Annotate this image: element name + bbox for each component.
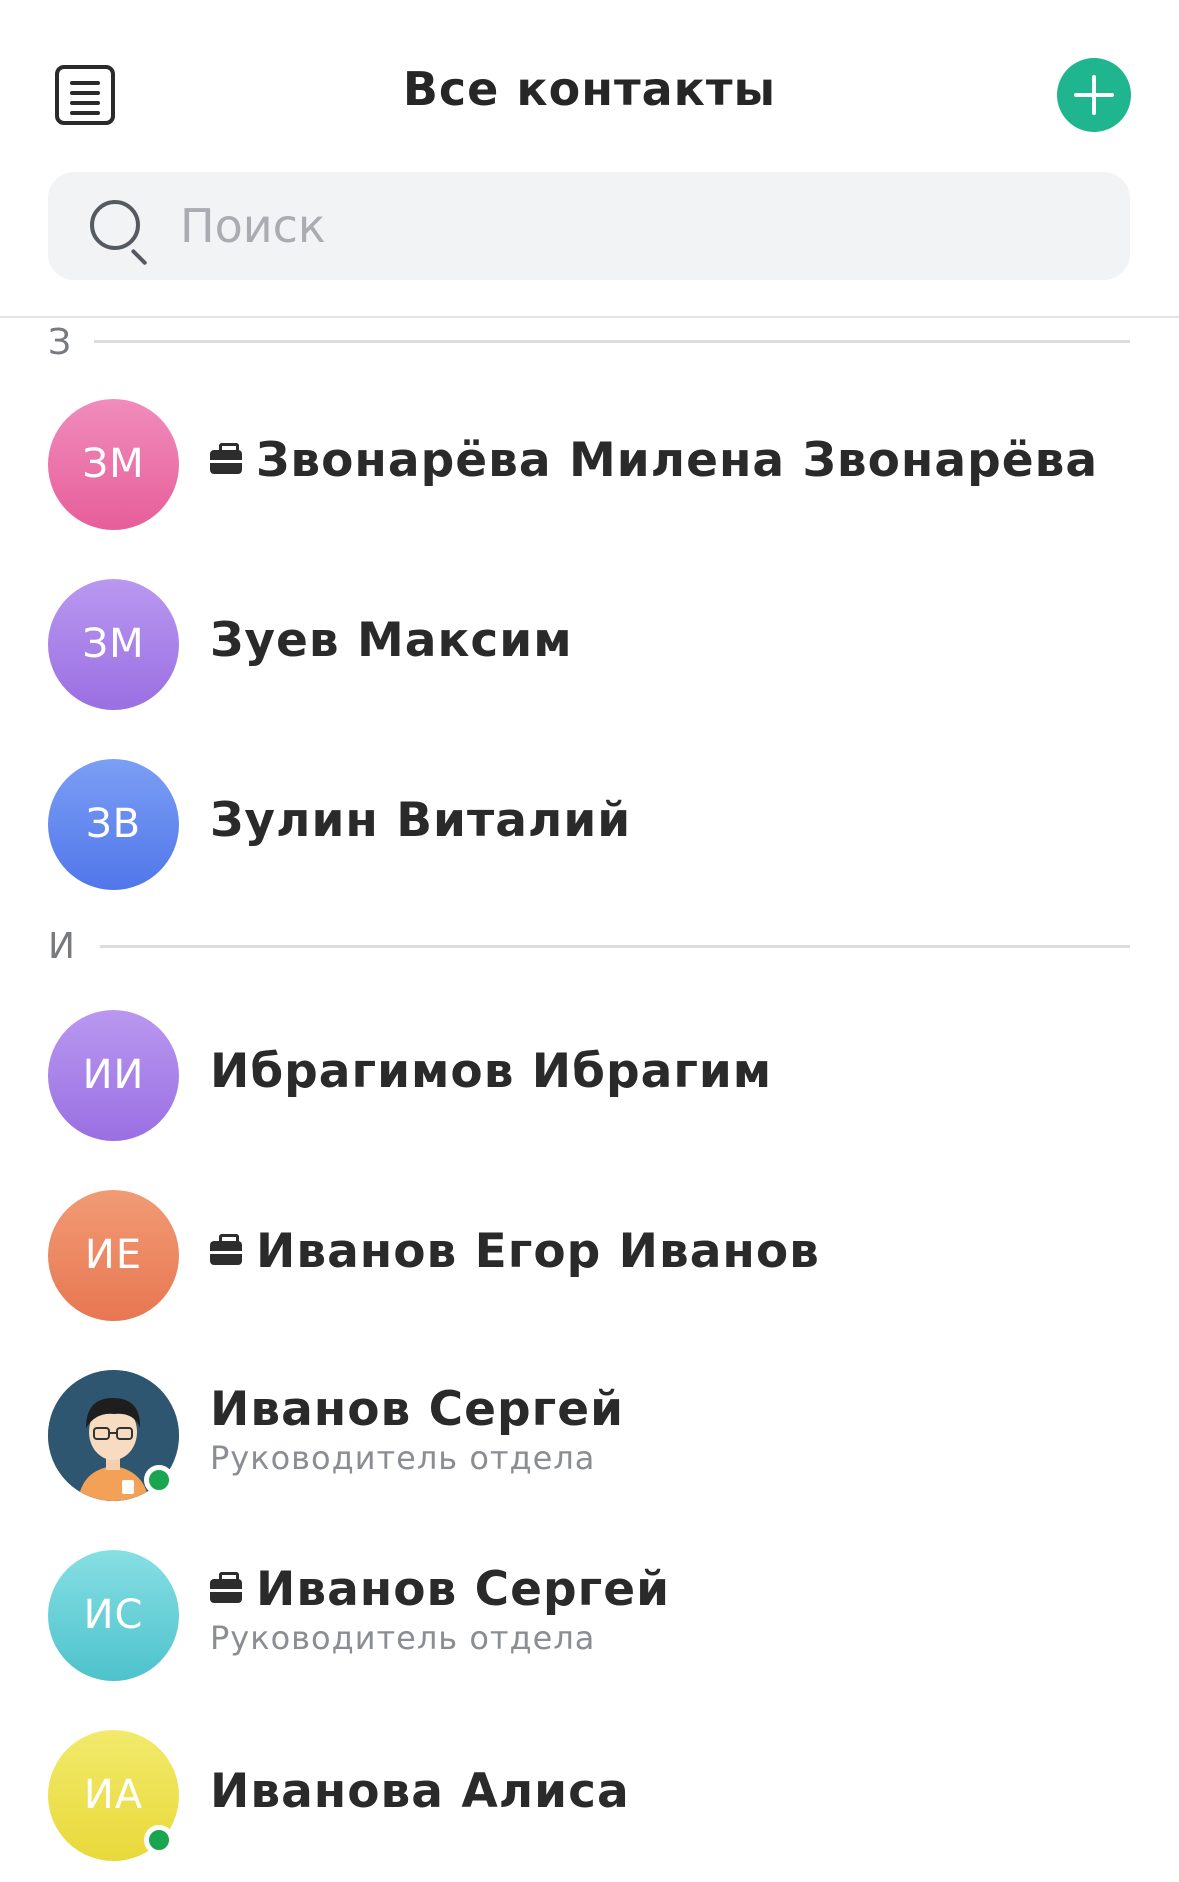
contact-row[interactable]: ИЕ Иванов Егор Иванов	[0, 1180, 1179, 1330]
briefcase-icon	[210, 1234, 242, 1265]
contact-position: Руководитель отдела	[210, 1619, 596, 1657]
contact-row[interactable]: ЗМ Звонарёва Милена Звонарёва	[0, 389, 1179, 539]
online-indicator	[144, 1465, 174, 1495]
section-divider	[100, 945, 1130, 948]
contact-position: Руководитель отдела	[210, 1439, 596, 1477]
avatar: ИЕ	[48, 1190, 179, 1321]
avatar: ИИ	[48, 1010, 179, 1141]
contact-name: Зулин Виталий	[210, 793, 632, 848]
contact-name: Иванов Сергей	[256, 1562, 671, 1617]
contact-row[interactable]: ЗВ Зулин Виталий	[0, 749, 1179, 899]
search-input[interactable]	[180, 194, 1080, 258]
contact-name: Иванова Алиса	[210, 1764, 630, 1819]
section-letter-i: И	[48, 926, 75, 967]
avatar: ЗМ	[48, 579, 179, 710]
contact-name: Зуев Максим	[210, 613, 573, 668]
contact-row[interactable]: ИС Иванов Сергей Руководитель отдела	[0, 1540, 1179, 1690]
search-icon	[90, 200, 152, 266]
contact-name: Иванов Сергей	[210, 1382, 625, 1437]
online-indicator	[144, 1825, 174, 1855]
divider	[0, 316, 1179, 318]
section-divider	[94, 340, 1130, 343]
section-letter-z: З	[48, 322, 72, 363]
briefcase-icon	[210, 1572, 242, 1603]
briefcase-icon	[210, 443, 242, 474]
search-bar[interactable]	[48, 172, 1130, 280]
contact-row[interactable]: ИИ Ибрагимов Ибрагим	[0, 1000, 1179, 1150]
avatar: ЗВ	[48, 759, 179, 890]
contact-row[interactable]: ИА Иванова Алиса	[0, 1720, 1179, 1870]
contact-row[interactable]: Иванов Сергей Руководитель отдела	[0, 1360, 1179, 1510]
header: Все контакты	[0, 0, 1179, 195]
add-contact-button[interactable]	[1057, 58, 1131, 132]
contact-name: Иванов Егор Иванов	[256, 1224, 820, 1279]
avatar: ИС	[48, 1550, 179, 1681]
contact-name: Звонарёва Милена Звонарёва	[256, 433, 1099, 488]
avatar: ЗМ	[48, 399, 179, 530]
contact-name: Ибрагимов Ибрагим	[210, 1044, 773, 1099]
contact-row[interactable]: ЗМ Зуев Максим	[0, 569, 1179, 719]
contacts-screen: Все контакты З ЗМ Звонарёва Милена Звона…	[0, 0, 1179, 1882]
page-title: Все контакты	[402, 62, 777, 116]
